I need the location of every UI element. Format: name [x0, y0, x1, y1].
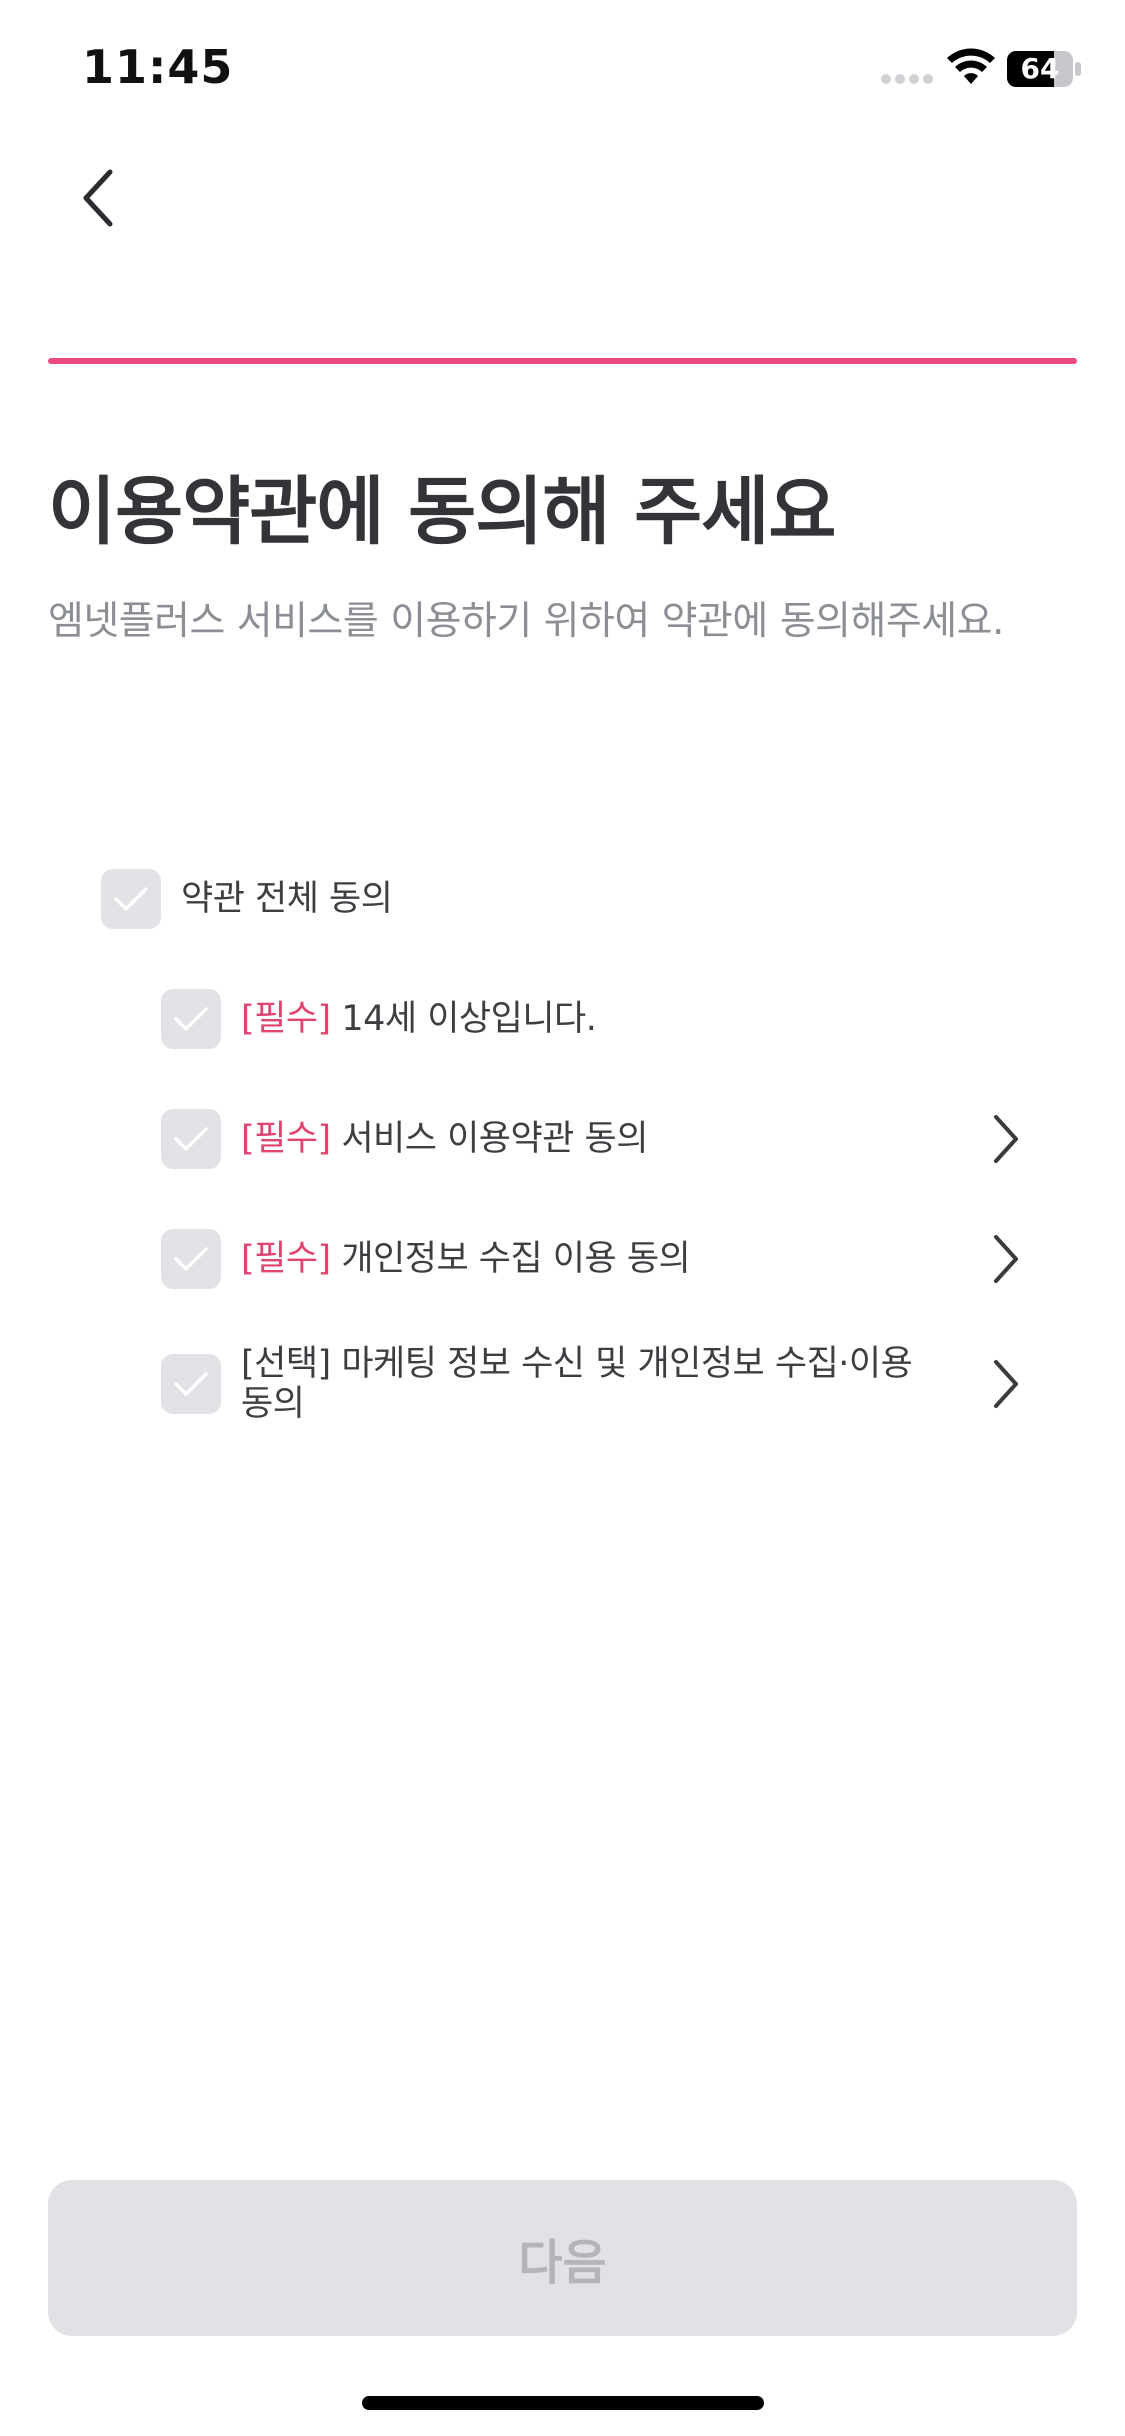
chevron-right-icon[interactable]	[990, 1233, 1022, 1285]
check-icon	[174, 1127, 208, 1151]
check-icon	[174, 1007, 208, 1031]
required-tag: [필수]	[241, 999, 331, 1039]
chevron-right-icon[interactable]	[990, 1113, 1022, 1165]
agree-item-age[interactable]: [필수] 14세 이상입니다.	[161, 989, 597, 1049]
cellular-signal-icon	[881, 74, 933, 84]
agree-item-label: [필수] 서비스 이용약관 동의	[241, 1119, 648, 1159]
back-button[interactable]	[60, 150, 140, 246]
agree-item-checkbox[interactable]	[161, 1229, 221, 1289]
agree-item-text: 서비스 이용약관 동의	[341, 1119, 648, 1159]
chevron-left-icon	[83, 169, 113, 227]
page-title: 이용약관에 동의해 주세요	[48, 469, 836, 555]
agree-item-terms[interactable]: [필수] 서비스 이용약관 동의	[161, 1109, 648, 1169]
required-tag: [필수]	[241, 1119, 331, 1159]
status-bar: 11:45 64	[0, 0, 1125, 140]
agree-all-checkbox[interactable]	[101, 869, 161, 929]
progress-bar	[48, 358, 1077, 364]
agree-item-label: [선택] 마케팅 정보 수신 및 개인정보 수집·이용 동의	[241, 1344, 941, 1424]
optional-tag: [선택]	[241, 1344, 331, 1384]
agree-item-text: 14세 이상입니다.	[341, 999, 597, 1039]
check-icon	[114, 887, 148, 911]
next-button[interactable]: 다음	[48, 2180, 1077, 2336]
agree-item-checkbox[interactable]	[161, 1354, 221, 1414]
page-subtitle: 엠넷플러스 서비스를 이용하기 위하여 약관에 동의해주세요.	[48, 599, 1004, 644]
agree-all-row[interactable]: 약관 전체 동의	[101, 869, 393, 929]
agree-all-label: 약관 전체 동의	[181, 879, 393, 919]
agree-item-text: 개인정보 수집 이용 동의	[341, 1239, 691, 1279]
check-icon	[174, 1372, 208, 1396]
required-tag: [필수]	[241, 1239, 331, 1279]
agree-item-marketing[interactable]: [선택] 마케팅 정보 수신 및 개인정보 수집·이용 동의	[161, 1344, 941, 1424]
agree-item-label: [필수] 14세 이상입니다.	[241, 999, 597, 1039]
home-indicator	[362, 2396, 764, 2410]
agree-item-privacy[interactable]: [필수] 개인정보 수집 이용 동의	[161, 1229, 691, 1289]
progress-fill	[48, 358, 1077, 364]
battery-level: 64	[1020, 52, 1060, 85]
agree-item-checkbox[interactable]	[161, 1109, 221, 1169]
chevron-right-icon[interactable]	[990, 1358, 1022, 1410]
agree-item-text: 마케팅 정보 수신 및 개인정보 수집·이용 동의	[241, 1344, 913, 1424]
check-icon	[174, 1247, 208, 1271]
wifi-icon	[947, 48, 995, 84]
agree-item-label: [필수] 개인정보 수집 이용 동의	[241, 1239, 691, 1279]
status-time: 11:45	[82, 40, 234, 94]
agree-item-checkbox[interactable]	[161, 989, 221, 1049]
